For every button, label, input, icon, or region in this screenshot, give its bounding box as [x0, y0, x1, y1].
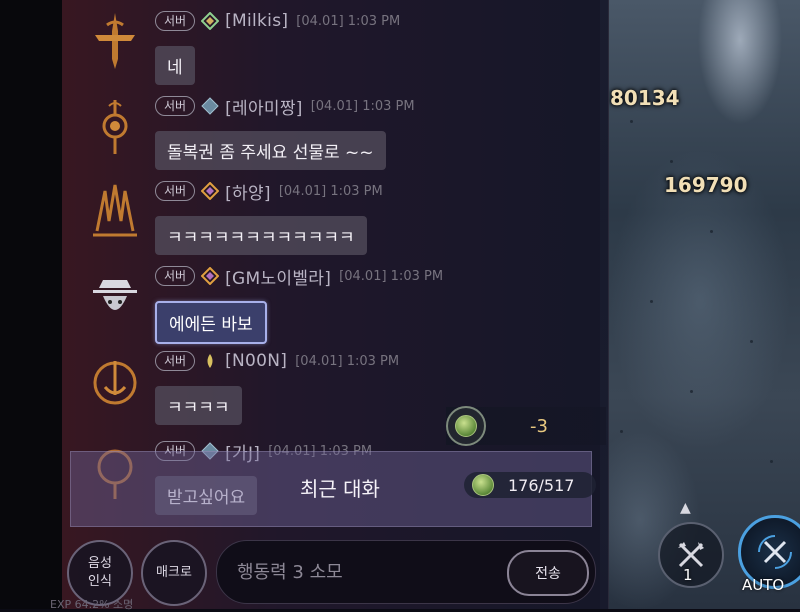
stamina-counter: 176/517: [464, 472, 596, 498]
chat-message: 서버 [하양] [04.01] 1:03 PM ㅋㅋㅋㅋㅋㅋㅋㅋㅋㅋㅋㅋ: [62, 178, 608, 264]
sender-name[interactable]: [레아미짱]: [225, 94, 303, 119]
left-edge: [0, 0, 62, 609]
server-badge: 서버: [155, 96, 196, 116]
stamina-delta-value: -3: [530, 415, 548, 437]
skill-count: 1: [683, 566, 693, 584]
sun-emblem-icon[interactable]: [86, 352, 144, 410]
timestamp: [04.01] 1:03 PM: [339, 268, 444, 284]
guild-diamond-icon: [200, 11, 220, 31]
server-badge: 서버: [155, 11, 196, 31]
guild-leaf-icon: [201, 352, 219, 370]
guild-diamond-icon: [200, 266, 220, 286]
recent-chat-label[interactable]: 최근 대화: [300, 473, 380, 502]
message-bubble: 돌복권 좀 주세요 선물로 ~~: [155, 131, 386, 170]
message-bubble: 네: [155, 46, 195, 85]
sender-name[interactable]: [Milkis]: [225, 11, 288, 31]
voice-label-line2: 인식: [88, 574, 112, 589]
send-button[interactable]: 전송: [507, 550, 589, 596]
green-gem-icon: [472, 474, 494, 496]
damage-number: 80134: [610, 86, 680, 110]
message-bubble: ㅋㅋㅋㅋㅋㅋㅋㅋㅋㅋㅋㅋ: [155, 216, 367, 255]
sword-emblem-icon[interactable]: [86, 12, 144, 70]
chat-input-container: 전송: [216, 540, 596, 604]
stamina-counter-value: 176/517: [508, 475, 575, 495]
sender-name[interactable]: [N00N]: [225, 351, 287, 371]
chat-message: 서버 [GM노이벨라] [04.01] 1:03 PM 에에든 바보: [62, 263, 608, 349]
timestamp: [04.01] 1:03 PM: [295, 353, 400, 369]
timestamp: [04.01] 1:03 PM: [278, 183, 383, 199]
orb-totem-icon[interactable]: [86, 97, 144, 155]
chat-message: 서버 [레아미짱] [04.01] 1:03 PM 돌복권 좀 주세요 선물로 …: [62, 93, 608, 179]
macro-label: 매크로: [156, 565, 192, 580]
auto-label: AUTO: [742, 576, 785, 594]
server-badge: 서버: [155, 351, 196, 371]
exp-readout: EXP 64.2% 소명: [50, 598, 134, 611]
claw-emblem-icon[interactable]: [86, 182, 144, 240]
voice-label-line1: 음성: [88, 556, 112, 571]
green-gem-icon: [446, 406, 486, 446]
guild-crest-icon: [201, 97, 219, 115]
server-badge: 서버: [155, 266, 196, 286]
stamina-delta-popup: -3: [446, 406, 606, 446]
timestamp: [04.01] 1:03 PM: [296, 13, 401, 29]
crossed-swords-cycle-icon: [758, 535, 792, 569]
gm-hat-icon[interactable]: [86, 267, 144, 325]
damage-number: 169790: [664, 173, 748, 197]
message-bubble: ㅋㅋㅋㅋ: [155, 386, 242, 425]
chat-message: 서버 [Milkis] [04.01] 1:03 PM 네: [62, 8, 608, 94]
gm-message-bubble: 에에든 바보: [155, 301, 267, 344]
macro-button[interactable]: 매크로: [141, 540, 207, 606]
guild-diamond-icon: [200, 181, 220, 201]
sender-name[interactable]: [GM노이벨라]: [225, 264, 331, 289]
sender-name[interactable]: [하양]: [225, 179, 271, 204]
chevron-up-icon[interactable]: ▲: [680, 500, 691, 516]
server-badge: 서버: [155, 181, 196, 201]
chat-input[interactable]: [235, 555, 499, 589]
timestamp: [04.01] 1:03 PM: [310, 98, 415, 114]
